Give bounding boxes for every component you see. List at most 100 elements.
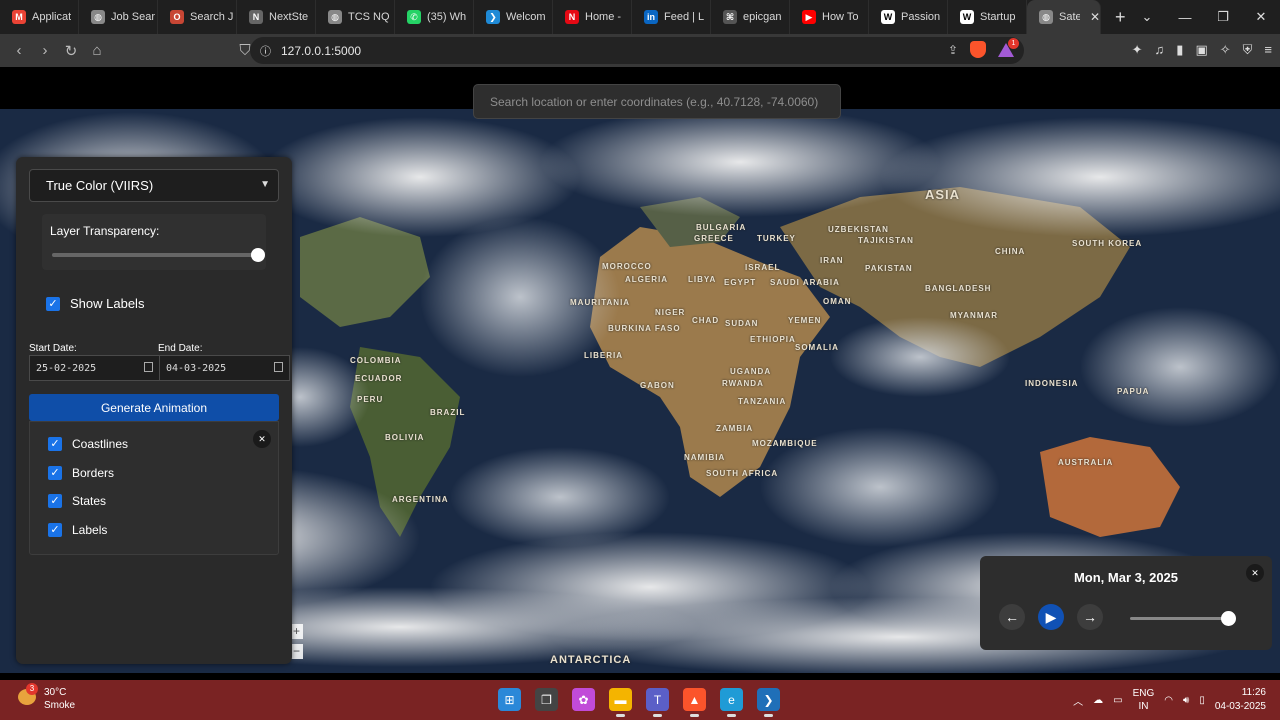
coastlines-checkbox[interactable]: ✓ bbox=[48, 437, 62, 451]
browser-tab[interactable]: O Search J bbox=[158, 0, 237, 34]
states-checkbox[interactable]: ✓ bbox=[48, 494, 62, 508]
map-label: UZBEKISTAN bbox=[828, 225, 889, 234]
browser-tab[interactable]: N NextSte bbox=[237, 0, 316, 34]
browser-tab[interactable]: in Feed | L bbox=[632, 0, 711, 34]
netflix-icon: N bbox=[565, 10, 579, 24]
timeline-control: Mon, Mar 3, 2025 ✕ ← ▶ → bbox=[980, 556, 1272, 650]
vscode-taskbar-icon[interactable]: ❯ bbox=[757, 688, 780, 717]
brave-rewards-icon[interactable]: 1 bbox=[998, 37, 1019, 57]
end-date-input[interactable]: 04-03-2025 bbox=[159, 355, 290, 381]
map-label: CHINA bbox=[995, 247, 1026, 256]
share-icon[interactable]: ⇪ bbox=[948, 43, 958, 57]
layer-select-value: True Color (VIIRS) bbox=[46, 178, 154, 193]
edge-icon[interactable]: e bbox=[720, 688, 743, 717]
leo-ai-icon[interactable]: ✧ bbox=[1220, 42, 1231, 58]
system-tray: ︿ ☁ ▭ ENG IN ◠ 🔊︎ ▯ 11:26 04-03-2025 bbox=[1073, 686, 1266, 714]
map-label: BOLIVIA bbox=[385, 433, 425, 442]
transparency-slider-thumb[interactable] bbox=[251, 248, 265, 262]
brave-shields-icon[interactable] bbox=[970, 41, 986, 58]
volume-icon[interactable]: 🔊︎ bbox=[1183, 695, 1189, 706]
show-labels-text: Show Labels bbox=[70, 296, 145, 311]
location-search-input[interactable]: Search location or enter coordinates (e.… bbox=[473, 84, 841, 119]
brave-browser-icon[interactable]: ▲ bbox=[683, 688, 706, 717]
show-labels-toggle[interactable]: ✓ Show Labels bbox=[46, 296, 144, 311]
map-label: INDONESIA bbox=[1025, 379, 1079, 388]
tab-label: Welcom bbox=[506, 11, 546, 23]
browser-tab[interactable]: W Passion bbox=[869, 0, 948, 34]
tray-chevron-icon[interactable]: ︿ bbox=[1073, 693, 1083, 708]
map-label: TURKEY bbox=[757, 234, 796, 243]
language-indicator[interactable]: ENG IN bbox=[1133, 687, 1155, 713]
layer-select[interactable]: True Color (VIIRS) ▼ bbox=[29, 169, 279, 202]
browser-tab[interactable]: ◍ TCS NQ bbox=[316, 0, 395, 34]
satellite-map[interactable]: ASIA CHINA AUSTRALIA INDONESIA LIBYA EGYPT CHA… bbox=[0, 67, 1280, 680]
minimize-button[interactable]: — bbox=[1166, 10, 1204, 25]
tab-search-chevron-icon[interactable]: ⌄ bbox=[1128, 9, 1166, 25]
show-labels-checkbox[interactable]: ✓ bbox=[46, 296, 60, 311]
transparency-slider[interactable] bbox=[52, 248, 265, 262]
tab-label: Job Sear bbox=[111, 11, 156, 23]
copilot-icon[interactable]: ✿ bbox=[572, 688, 595, 711]
map-label: ZAMBIA bbox=[716, 424, 754, 433]
close-tab-icon[interactable]: ✕ bbox=[1090, 10, 1100, 24]
previous-day-button[interactable]: ← bbox=[999, 604, 1025, 630]
calendar-icon[interactable] bbox=[144, 362, 153, 372]
extensions-icon[interactable]: ✦ bbox=[1132, 42, 1143, 58]
calendar-icon[interactable] bbox=[274, 362, 283, 372]
map-label: ECUADOR bbox=[355, 374, 403, 383]
overlay-item-labels[interactable]: ✓ Labels bbox=[48, 523, 107, 537]
wifi-icon[interactable]: ◠ bbox=[1164, 695, 1173, 706]
overlay-item-borders[interactable]: ✓ Borders bbox=[48, 466, 114, 480]
teams-icon[interactable]: T bbox=[646, 688, 669, 717]
browser-tab[interactable]: ✆ (35) Wh bbox=[395, 0, 474, 34]
close-icon[interactable]: ✕ bbox=[253, 430, 271, 448]
back-button[interactable]: ‹ bbox=[6, 42, 32, 59]
media-icon[interactable]: ♫ bbox=[1155, 42, 1165, 58]
menu-icon[interactable]: ≡ bbox=[1264, 42, 1272, 58]
browser-tab[interactable]: M Applicat bbox=[0, 0, 79, 34]
close-window-button[interactable]: ✕ bbox=[1242, 9, 1280, 25]
vpn-icon[interactable]: ⛨ bbox=[1243, 42, 1253, 58]
reload-button[interactable]: ↻ bbox=[58, 42, 84, 60]
sidebar-icon[interactable]: ▮ bbox=[1176, 42, 1183, 58]
browser-tab[interactable]: ◍ Job Sear bbox=[79, 0, 158, 34]
map-label: SAUDI ARABIA bbox=[770, 278, 840, 287]
task-view-icon[interactable]: ❐ bbox=[535, 688, 558, 711]
maximize-button[interactable]: ❐ bbox=[1204, 9, 1242, 25]
browser-tab[interactable]: N Home - bbox=[553, 0, 632, 34]
map-label: ISRAEL bbox=[745, 263, 781, 272]
battery-icon[interactable]: ▯ bbox=[1199, 695, 1205, 706]
onedrive-icon[interactable]: ☁ bbox=[1093, 695, 1103, 706]
timeline-slider[interactable] bbox=[1130, 611, 1236, 626]
browser-tab[interactable]: ❯ Welcom bbox=[474, 0, 553, 34]
browser-tab[interactable]: ▶ How To bbox=[790, 0, 869, 34]
next-day-button[interactable]: → bbox=[1077, 604, 1103, 630]
close-icon[interactable]: ✕ bbox=[1246, 564, 1264, 582]
generate-animation-button[interactable]: Generate Animation bbox=[29, 394, 279, 421]
new-tab-button[interactable]: + bbox=[1115, 7, 1126, 28]
coastlines-label: Coastlines bbox=[72, 437, 129, 451]
clock-time: 11:26 bbox=[1241, 687, 1266, 698]
overlay-item-coastlines[interactable]: ✓ Coastlines bbox=[48, 437, 128, 451]
forward-button[interactable]: › bbox=[32, 42, 58, 59]
clock[interactable]: 11:26 04-03-2025 bbox=[1215, 686, 1266, 714]
start-date-input[interactable]: 25-02-2025 bbox=[29, 355, 160, 381]
wallet-icon[interactable]: ▣ bbox=[1195, 42, 1207, 58]
overlay-item-states[interactable]: ✓ States bbox=[48, 494, 106, 508]
home-button[interactable]: ⌂ bbox=[84, 42, 110, 59]
map-label: BURKINA FASO bbox=[608, 324, 681, 333]
borders-checkbox[interactable]: ✓ bbox=[48, 466, 62, 480]
weather-widget[interactable]: 3 30°C Smoke bbox=[18, 683, 75, 712]
tab-label: How To bbox=[822, 11, 859, 23]
timeline-slider-thumb[interactable] bbox=[1221, 611, 1236, 626]
browser-tab[interactable]: W Startup bbox=[948, 0, 1027, 34]
browser-tab[interactable]: ◍ Satel ✕ bbox=[1027, 0, 1101, 34]
address-bar[interactable]: ⓘ 127.0.0.1:5000 ⇪ 1 bbox=[250, 37, 1024, 64]
file-explorer-icon[interactable]: ▬ bbox=[609, 688, 632, 717]
labels-checkbox[interactable]: ✓ bbox=[48, 523, 62, 537]
site-info-icon[interactable]: ⓘ bbox=[260, 43, 271, 59]
browser-tab[interactable]: ⌘ epicgan bbox=[711, 0, 790, 34]
start-button[interactable]: ⊞ bbox=[498, 688, 521, 711]
play-button[interactable]: ▶ bbox=[1038, 604, 1064, 630]
display-icon[interactable]: ▭ bbox=[1113, 695, 1122, 706]
